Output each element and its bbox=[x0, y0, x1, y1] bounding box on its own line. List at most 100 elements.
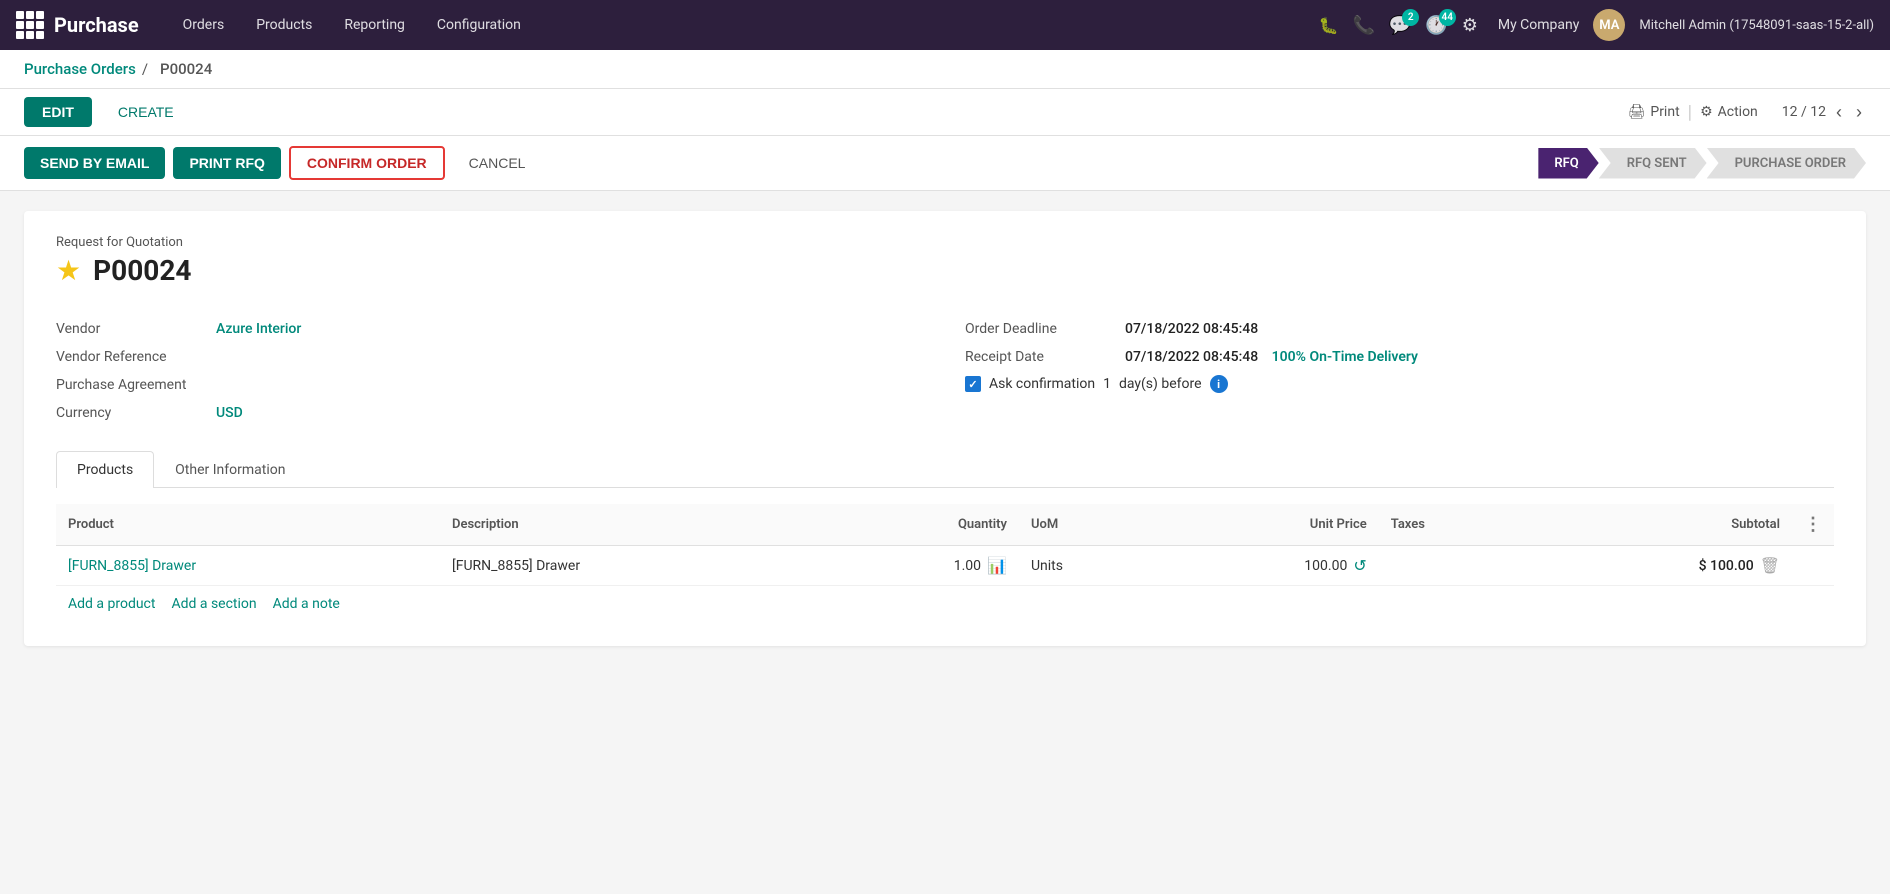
add-note-link[interactable]: Add a note bbox=[273, 596, 340, 612]
company-name[interactable]: My Company bbox=[1498, 17, 1580, 33]
send-email-button[interactable]: SEND BY EMAIL bbox=[24, 147, 165, 179]
currency-row: Currency USD bbox=[56, 399, 925, 427]
status-pipeline: RFQ RFQ SENT PURCHASE ORDER bbox=[1538, 148, 1866, 179]
next-button[interactable]: › bbox=[1852, 102, 1866, 123]
breadcrumb: Purchase Orders / P00024 bbox=[0, 50, 1890, 89]
products-table: Product Description Quantity UoM Unit Pr… bbox=[56, 504, 1834, 586]
pagination: 12 / 12 ‹ › bbox=[1782, 102, 1866, 123]
add-product-link[interactable]: Add a product bbox=[68, 596, 155, 612]
create-button[interactable]: CREATE bbox=[100, 97, 192, 127]
activity-badge: 44 bbox=[1439, 9, 1456, 26]
ask-confirmation-suffix: day(s) before bbox=[1119, 376, 1202, 392]
menu-configuration[interactable]: Configuration bbox=[423, 11, 535, 39]
vendor-row: Vendor Azure Interior bbox=[56, 315, 925, 343]
prev-button[interactable]: ‹ bbox=[1832, 102, 1846, 123]
phone-icon[interactable]: 📞 bbox=[1352, 15, 1374, 36]
status-rfq[interactable]: RFQ bbox=[1538, 148, 1598, 179]
document-card: Request for Quotation ★ P00024 Vendor Az… bbox=[24, 211, 1866, 646]
currency-value[interactable]: USD bbox=[216, 405, 243, 421]
status-purchase-order[interactable]: PURCHASE ORDER bbox=[1707, 148, 1866, 179]
user-avatar[interactable]: MA bbox=[1593, 9, 1625, 41]
delete-row-icon[interactable]: 🗑 bbox=[1760, 556, 1780, 575]
add-section-link[interactable]: Add a section bbox=[171, 596, 256, 612]
ask-confirmation-row: Ask confirmation 1 day(s) before i bbox=[965, 375, 1834, 393]
action-button[interactable]: ⚙ Action bbox=[1700, 104, 1758, 120]
add-links: Add a product Add a section Add a note bbox=[56, 586, 1834, 622]
vendor-label: Vendor bbox=[56, 321, 216, 337]
row-unit-price: 100.00 ↺ bbox=[1160, 546, 1378, 586]
cancel-button[interactable]: CANCEL bbox=[453, 147, 542, 179]
forecast-icon[interactable]: 📊 bbox=[987, 556, 1007, 575]
col-header-uom: UoM bbox=[1019, 504, 1160, 546]
vendor-value[interactable]: Azure Interior bbox=[216, 321, 301, 337]
row-taxes bbox=[1379, 546, 1526, 586]
action-bar: EDIT CREATE 🖨 Print | ⚙ Action 12 / 12 ‹… bbox=[0, 89, 1890, 136]
confirm-order-button[interactable]: CONFIRM ORDER bbox=[289, 146, 445, 180]
tab-other-information[interactable]: Other Information bbox=[154, 451, 306, 488]
breadcrumb-current: P00024 bbox=[160, 60, 212, 78]
col-header-unit-price: Unit Price bbox=[1160, 504, 1378, 546]
ask-confirmation-days: 1 bbox=[1103, 376, 1111, 392]
topnav-right: 🐛 📞 💬 2 🕐 44 ⚙ My Company MA Mitchell Ad… bbox=[1319, 9, 1874, 41]
table-row: [FURN_8855] Drawer [FURN_8855] Drawer 1.… bbox=[56, 546, 1834, 586]
username: Mitchell Admin (17548091-saas-15-2-all) bbox=[1639, 18, 1874, 33]
breadcrumb-parent[interactable]: Purchase Orders bbox=[24, 60, 136, 78]
order-deadline-label: Order Deadline bbox=[965, 321, 1125, 337]
document-title-row: ★ P00024 bbox=[56, 254, 1834, 287]
table-header-row: Product Description Quantity UoM Unit Pr… bbox=[56, 504, 1834, 546]
gear-icon: ⚙ bbox=[1700, 104, 1713, 120]
edit-button[interactable]: EDIT bbox=[24, 97, 92, 127]
currency-label: Currency bbox=[56, 405, 216, 421]
document-subtitle: Request for Quotation bbox=[56, 235, 1834, 250]
chat-icon[interactable]: 💬 2 bbox=[1389, 15, 1411, 36]
col-header-product: Product bbox=[56, 504, 440, 546]
col-header-taxes: Taxes bbox=[1379, 504, 1526, 546]
brand-name[interactable]: Purchase bbox=[54, 13, 139, 37]
receipt-date-label: Receipt Date bbox=[965, 349, 1125, 365]
purchase-agreement-row: Purchase Agreement bbox=[56, 371, 925, 399]
col-header-quantity: Quantity bbox=[824, 504, 1019, 546]
settings-icon[interactable]: ⚙ bbox=[1462, 15, 1478, 36]
vendor-ref-label: Vendor Reference bbox=[56, 349, 216, 365]
star-icon[interactable]: ★ bbox=[56, 254, 81, 287]
top-menu: Orders Products Reporting Configuration bbox=[169, 11, 1319, 39]
on-time-delivery[interactable]: 100% On-Time Delivery bbox=[1272, 349, 1418, 365]
menu-products[interactable]: Products bbox=[242, 11, 326, 39]
breadcrumb-separator: / bbox=[142, 60, 148, 78]
order-number: P00024 bbox=[93, 254, 191, 287]
row-quantity: 1.00 📊 bbox=[824, 546, 1019, 586]
chat-badge: 2 bbox=[1402, 9, 1419, 26]
workflow-bar: SEND BY EMAIL PRINT RFQ CONFIRM ORDER CA… bbox=[0, 136, 1890, 191]
row-subtotal: $ 100.00 🗑 bbox=[1526, 546, 1792, 586]
ask-confirmation-label: Ask confirmation bbox=[989, 376, 1095, 392]
reset-price-icon[interactable]: ↺ bbox=[1353, 556, 1366, 575]
col-header-subtotal: Subtotal bbox=[1526, 504, 1792, 546]
receipt-date-value: 07/18/2022 08:45:48 bbox=[1125, 349, 1258, 365]
top-navigation: Purchase Orders Products Reporting Confi… bbox=[0, 0, 1890, 50]
order-deadline-value[interactable]: 07/18/2022 08:45:48 bbox=[1125, 321, 1258, 337]
print-button[interactable]: 🖨 Print bbox=[1628, 104, 1680, 120]
main-content: Request for Quotation ★ P00024 Vendor Az… bbox=[0, 191, 1890, 666]
row-uom[interactable]: Units bbox=[1019, 546, 1160, 586]
status-rfq-sent[interactable]: RFQ SENT bbox=[1599, 148, 1707, 179]
order-deadline-row: Order Deadline 07/18/2022 08:45:48 bbox=[965, 315, 1834, 343]
printer-icon: 🖨 bbox=[1628, 104, 1646, 120]
table-more-icon[interactable]: ⋮ bbox=[1804, 514, 1822, 535]
purchase-agreement-label: Purchase Agreement bbox=[56, 377, 216, 393]
vendor-ref-row: Vendor Reference bbox=[56, 343, 925, 371]
menu-orders[interactable]: Orders bbox=[169, 11, 239, 39]
row-description: [FURN_8855] Drawer bbox=[440, 546, 824, 586]
tabs: Products Other Information bbox=[56, 451, 1834, 488]
apps-grid-icon[interactable] bbox=[16, 11, 44, 39]
separator: | bbox=[1688, 102, 1692, 123]
print-rfq-button[interactable]: PRINT RFQ bbox=[173, 147, 280, 179]
ask-confirmation-checkbox[interactable] bbox=[965, 376, 981, 392]
col-header-description: Description bbox=[440, 504, 824, 546]
debug-icon[interactable]: 🐛 bbox=[1319, 16, 1339, 35]
menu-reporting[interactable]: Reporting bbox=[330, 11, 419, 39]
row-product[interactable]: [FURN_8855] Drawer bbox=[56, 546, 440, 586]
activity-icon[interactable]: 🕐 44 bbox=[1425, 15, 1447, 36]
form-fields: Vendor Azure Interior Vendor Reference P… bbox=[56, 315, 1834, 427]
tab-products[interactable]: Products bbox=[56, 451, 154, 488]
info-icon[interactable]: i bbox=[1210, 375, 1228, 393]
